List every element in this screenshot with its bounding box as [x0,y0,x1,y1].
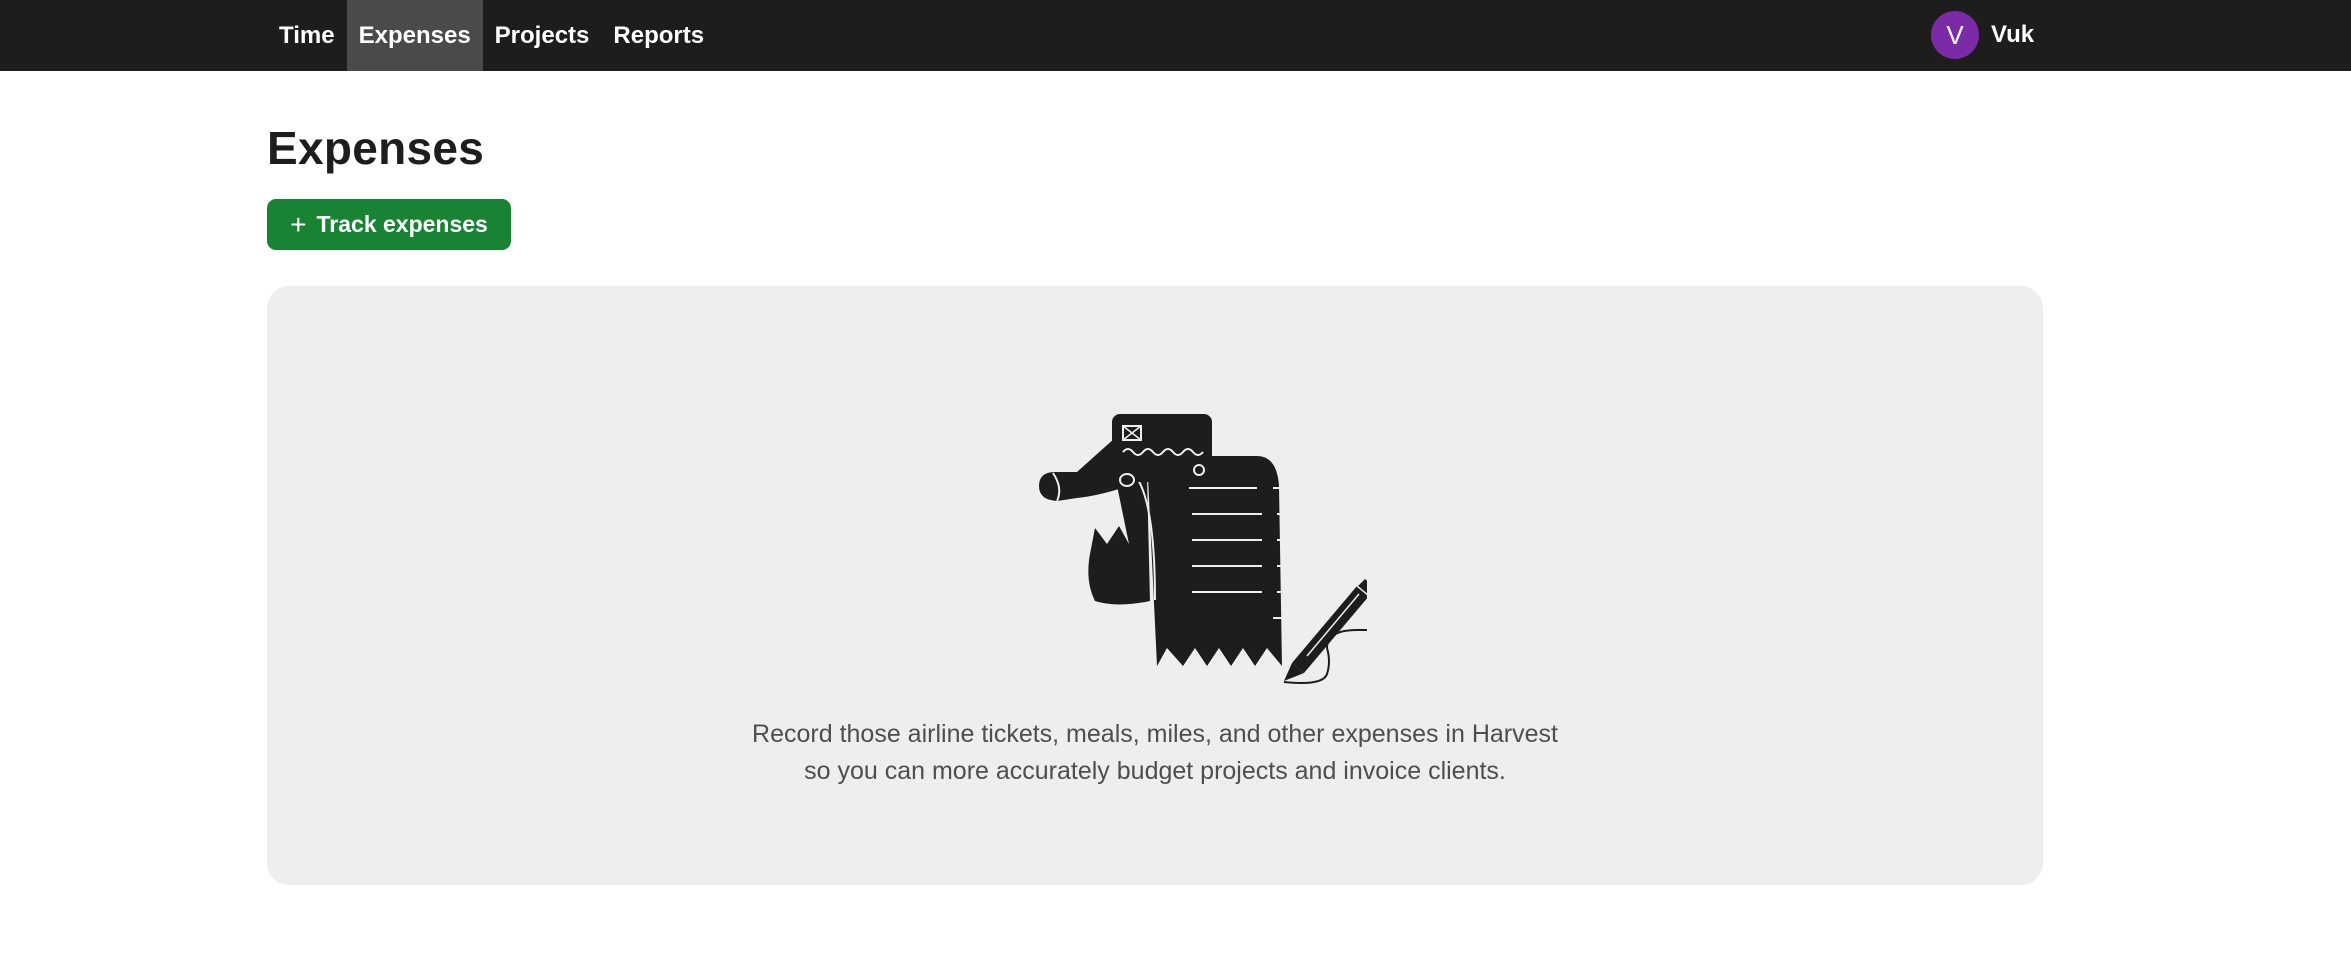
user-name[interactable]: Vuk [1991,21,2034,49]
top-navigation-bar: Time Expenses Projects Reports V Vuk [0,0,2351,71]
nav-item-time[interactable]: Time [267,0,347,71]
empty-state-message: Record those airline tickets, meals, mil… [267,716,2043,790]
user-menu[interactable]: V Vuk [1931,11,2034,59]
nav-item-projects[interactable]: Projects [483,0,602,71]
plus-icon: + [290,208,307,240]
nav-item-expenses[interactable]: Expenses [346,0,483,71]
empty-state-panel: Record those airline tickets, meals, mil… [267,286,2043,885]
track-expenses-label: Track expenses [316,211,488,237]
avatar[interactable]: V [1931,11,1979,59]
empty-state-line-1: Record those airline tickets, meals, mil… [752,720,1558,748]
main-nav: Time Expenses Projects Reports [267,0,716,71]
empty-state-line-2: so you can more accurately budget projec… [804,757,1506,785]
page-title: Expenses [267,122,485,174]
pencil-icon [1283,576,1367,684]
receipt-card-pencil-illustration [1039,414,1367,684]
track-expenses-button[interactable]: + Track expenses [267,199,511,250]
nav-item-reports[interactable]: Reports [601,0,716,71]
